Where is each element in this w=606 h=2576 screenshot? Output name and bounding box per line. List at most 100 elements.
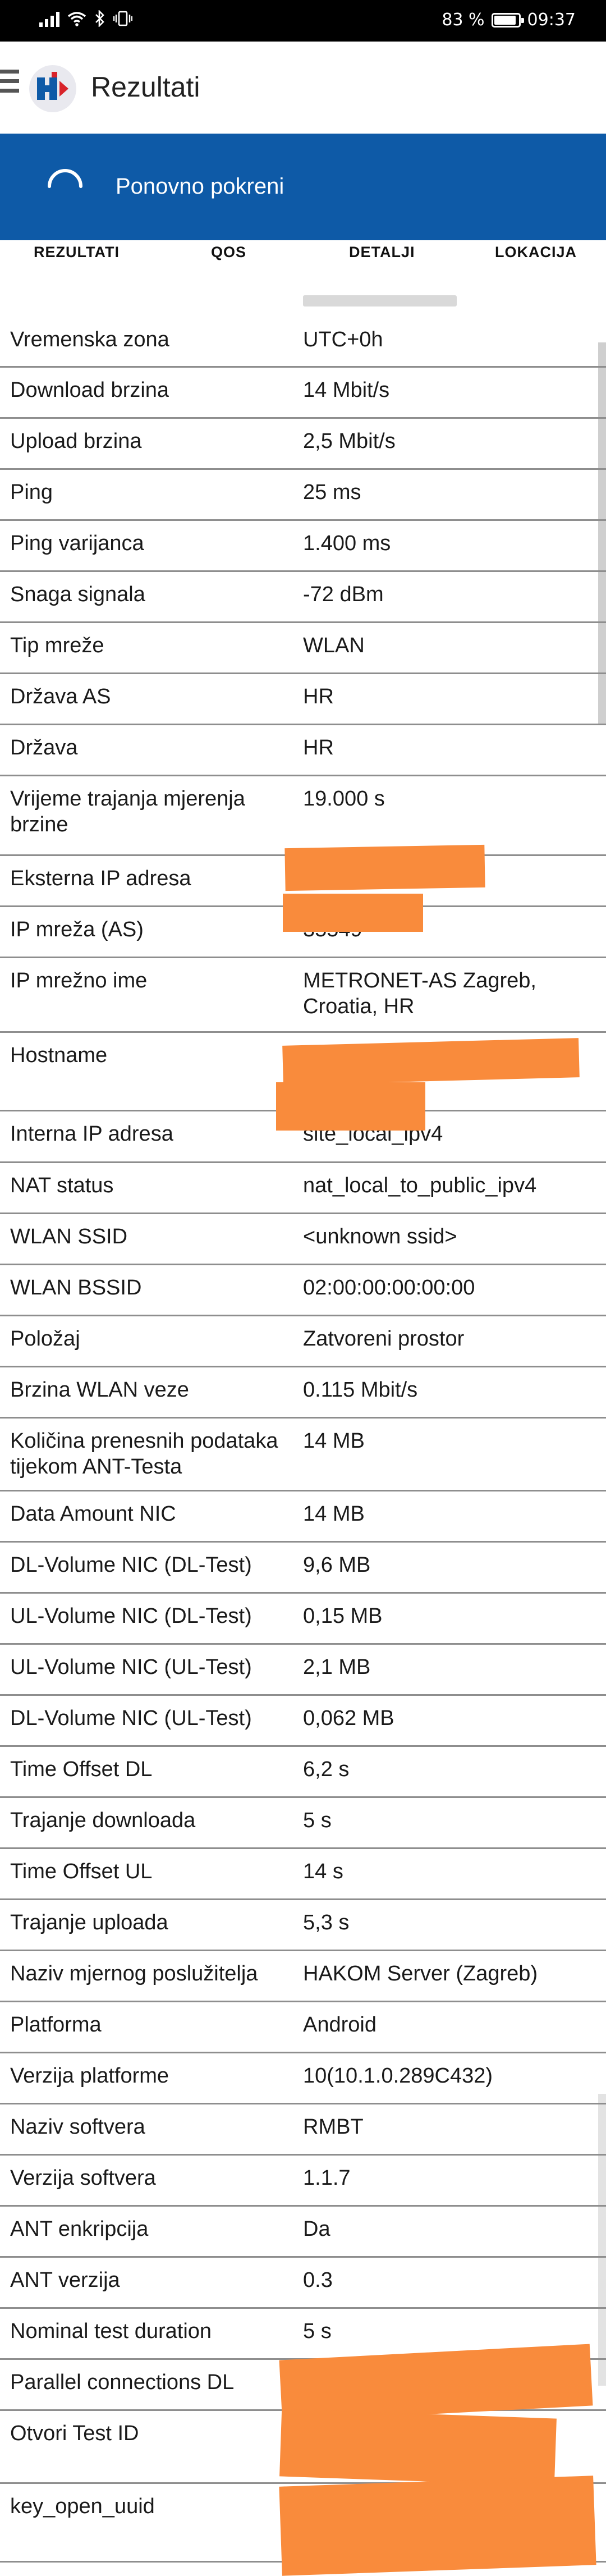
table-row: Naziv mjernog poslužitelja HAKOM Server (… (0, 1951, 606, 2002)
table-row: Verzija platforme 10(10.1.0.289C432) (0, 2053, 606, 2104)
table-row: DL-Volume NIC (DL-Test) 9,6 MB (0, 1543, 606, 1594)
details-table: Vremenska zona UTC+0h Download brzina 14 Mb… (0, 317, 606, 2563)
table-row: Količina prenesnih podataka tijekom ANT-… (0, 1419, 606, 1491)
row-value: 6,2 s (303, 1758, 350, 1781)
cellular-signal-icon (39, 10, 59, 27)
row-value: UTC+0h (303, 328, 383, 351)
table-row: Vremenska zona UTC+0h (0, 317, 606, 368)
status-icons-left (39, 10, 132, 27)
table-row: UL-Volume NIC (DL-Test) 0,15 MB (0, 1594, 606, 1645)
row-value: Da (303, 2217, 330, 2241)
row-value: WLAN (303, 634, 365, 657)
row-value: nat_local_to_public_ipv4 (303, 1174, 537, 1197)
tab-rezultati[interactable]: REZULTATI (34, 244, 120, 261)
table-row: IP mrežno ime METRONET-AS Zagreb, Croatia… (0, 958, 606, 1033)
table-row: Brzina WLAN veze 0.115 Mbit/s (0, 1367, 606, 1419)
table-row: Naziv softvera RMBT (0, 2104, 606, 2156)
table-row: WLAN SSID <unknown ssid> (0, 1214, 606, 1265)
redaction-mask (276, 1082, 425, 1131)
redaction-mask (279, 2476, 596, 2576)
table-row: Tip mreže WLAN (0, 623, 606, 674)
tab-qos[interactable]: QOS (211, 244, 246, 261)
row-value: HAKOM Server (Zagreb) (303, 1962, 538, 1985)
row-value: -72 dBm (303, 583, 384, 606)
row-label: Verzija platforme (10, 2064, 169, 2088)
menu-icon[interactable] (0, 70, 20, 103)
row-label: Platforma (10, 2013, 102, 2037)
row-label: Hostname (10, 1044, 108, 1067)
restart-button[interactable]: Ponovno pokreni (0, 134, 606, 240)
row-label: Ping (10, 481, 53, 504)
row-value: 25 ms (303, 481, 361, 504)
row-value: 14 MB (303, 1502, 365, 1526)
row-label: DL-Volume NIC (UL-Test) (10, 1706, 252, 1730)
row-label: Država AS (10, 685, 111, 708)
row-label: Snaga signala (10, 583, 145, 606)
table-row: UL-Volume NIC (UL-Test) 2,1 MB (0, 1645, 606, 1696)
table-row: Ping 25 ms (0, 470, 606, 521)
row-value: 14 Mbit/s (303, 378, 390, 402)
row-label: UL-Volume NIC (DL-Test) (10, 1604, 252, 1628)
vibrate-icon (113, 11, 132, 26)
table-row: Time Offset DL 6,2 s (0, 1747, 606, 1798)
row-value: 5,3 s (303, 1911, 350, 1934)
table-row: Ping varijanca 1.400 ms (0, 521, 606, 572)
table-row: Vrijeme trajanja mjerenja brzine 19.000 s (0, 776, 606, 856)
table-row: Trajanje downloada 5 s (0, 1798, 606, 1849)
tab-bar: REZULTATI QOS DETALJI LOKACIJA (0, 240, 606, 278)
table-row: Data Amount NIC 14 MB (0, 1491, 606, 1543)
battery-icon (491, 12, 524, 28)
table-row: Time Offset UL 14 s (0, 1849, 606, 1900)
table-row: Trajanje uploada 5,3 s (0, 1900, 606, 1951)
row-value: 19.000 s (303, 787, 385, 811)
table-row: Položaj Zatvoreni prostor (0, 1316, 606, 1367)
table-row: ANT verzija 0.3 (0, 2258, 606, 2309)
hakom-logo (29, 65, 76, 112)
redaction-mask (279, 2409, 557, 2486)
row-label: NAT status (10, 1174, 114, 1197)
row-value: 2,5 Mbit/s (303, 429, 396, 453)
row-value: RMBT (303, 2115, 364, 2139)
table-row: NAT status nat_local_to_public_ipv4 (0, 1163, 606, 1214)
row-label: IP mreža (AS) (10, 918, 144, 941)
table-row: Platforma Android (0, 2002, 606, 2053)
row-label: Položaj (10, 1327, 80, 1351)
row-label: Verzija softvera (10, 2166, 156, 2190)
bluetooth-icon (95, 10, 104, 27)
row-value: Android (303, 2013, 377, 2037)
row-label: WLAN BSSID (10, 1276, 142, 1300)
row-label: Interna IP adresa (10, 1122, 173, 1146)
clock: 09:37 (527, 10, 576, 30)
table-row: Upload brzina 2,5 Mbit/s (0, 419, 606, 470)
row-label: Naziv mjernog poslužitelja (10, 1962, 258, 1985)
table-row: Država AS HR (0, 674, 606, 725)
row-label: Otvori Test ID (10, 2422, 139, 2445)
row-value: 9,6 MB (303, 1553, 371, 1577)
status-icons-right: 83 % 09:37 (442, 10, 576, 30)
row-label: Trajanje downloada (10, 1809, 196, 1832)
row-label: Eksterna IP adresa (10, 867, 191, 890)
redaction-mask (283, 894, 423, 932)
row-label: IP mrežno ime (10, 969, 148, 992)
row-value: 0.115 Mbit/s (303, 1378, 418, 1402)
app-bar: Rezultati (0, 42, 606, 134)
tab-lokacija[interactable]: LOKACIJA (495, 244, 577, 261)
row-label: Time Offset DL (10, 1758, 153, 1781)
table-row: Download brzina 14 Mbit/s (0, 368, 606, 419)
row-value: 02:00:00:00:00:00 (303, 1276, 475, 1300)
row-label: Količina prenesnih podataka tijekom ANT-… (10, 1429, 278, 1479)
row-value: 0,15 MB (303, 1604, 383, 1628)
row-label: Naziv softvera (10, 2115, 145, 2139)
tab-detalji[interactable]: DETALJI (349, 244, 415, 261)
row-value: 14 s (303, 1860, 343, 1883)
drag-handle[interactable] (303, 295, 457, 306)
row-label: DL-Volume NIC (DL-Test) (10, 1553, 252, 1577)
row-label: Time Offset UL (10, 1860, 153, 1883)
page-title: Rezultati (91, 71, 200, 103)
row-label: ANT enkripcija (10, 2217, 149, 2241)
row-label: Vrijeme trajanja mjerenja brzine (10, 787, 245, 836)
row-label: Download brzina (10, 378, 169, 402)
row-label: Parallel connections DL (10, 2371, 235, 2394)
table-row: Država HR (0, 725, 606, 776)
row-value: METRONET-AS Zagreb, Croatia, HR (303, 969, 536, 1018)
